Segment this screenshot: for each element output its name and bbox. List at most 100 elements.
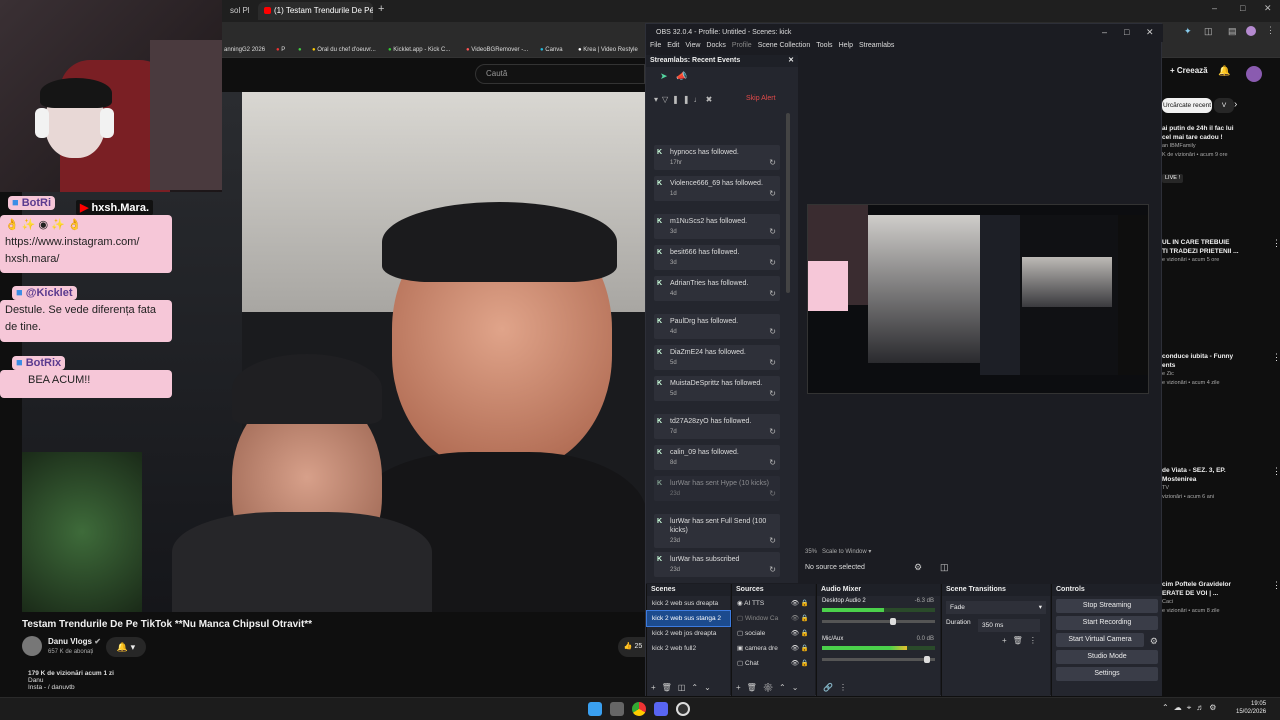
more-options-icon[interactable]: ⋮ bbox=[1272, 352, 1280, 363]
event-item[interactable]: K DiaZmE24 has followed. 5d ↻ bbox=[654, 345, 780, 370]
account-avatar[interactable] bbox=[1246, 66, 1262, 82]
filters-icon[interactable]: ◫ bbox=[940, 562, 949, 573]
more-options-icon[interactable]: ⋮ bbox=[1272, 580, 1280, 591]
chip-recent[interactable]: Urcărcate recent bbox=[1162, 98, 1212, 113]
mixer-toolbar[interactable]: 🔗⋮ bbox=[823, 683, 853, 692]
event-item[interactable]: K PaulDrg has followed. 4d ↻ bbox=[654, 314, 780, 339]
event-item[interactable]: KlurWar has subscribed 23d ↻ bbox=[654, 552, 780, 577]
obs-preview[interactable] bbox=[807, 204, 1149, 394]
transition-select[interactable]: Fade ▾ bbox=[946, 601, 1046, 614]
obs-maximize-icon[interactable]: □ bbox=[1124, 27, 1129, 37]
bookmark-item[interactable]: ● Canva bbox=[540, 42, 563, 58]
event-item[interactable]: Km1NuScs2 has followed. 3d ↻ bbox=[654, 214, 780, 239]
settings-button[interactable]: Settings bbox=[1056, 667, 1158, 681]
channel-name[interactable]: Danu Vlogs ✔ bbox=[48, 637, 101, 646]
like-button[interactable]: 👍 25 bbox=[618, 637, 648, 657]
scene-item[interactable]: kick 2 web full2 bbox=[647, 641, 730, 656]
replay-icon[interactable]: ↻ bbox=[769, 536, 776, 545]
bookmark-item[interactable]: ● Krea | Video Restyle bbox=[578, 42, 638, 58]
start-icon[interactable] bbox=[588, 702, 602, 716]
menu-tools[interactable]: Tools bbox=[816, 42, 832, 49]
side-video[interactable]: cim Poftele Gravidelor ERATE DE VOI | ..… bbox=[1162, 580, 1272, 616]
bookmark-icon[interactable]: ● bbox=[298, 42, 302, 58]
duration-input[interactable]: 350 ms bbox=[978, 619, 1040, 632]
menu-profile[interactable]: Profile bbox=[732, 42, 752, 49]
menu-streamlabs[interactable]: Streamlabs bbox=[859, 42, 894, 49]
profile-avatar[interactable] bbox=[1246, 26, 1256, 36]
channel-avatar[interactable] bbox=[22, 636, 42, 656]
gear-icon[interactable]: ⚙ bbox=[914, 562, 922, 573]
event-item[interactable]: K MuistaDeSprittz has followed. 5d ↻ bbox=[654, 376, 780, 401]
menu-docks[interactable]: Docks bbox=[706, 42, 725, 49]
side-video[interactable]: UL IN CARE TREBUIE TI TRADEZI PRIETENII … bbox=[1162, 238, 1272, 265]
replay-icon[interactable]: ↻ bbox=[769, 258, 776, 267]
bookmark-item[interactable]: ● VideoBGRemover -... bbox=[466, 42, 528, 58]
side-video[interactable]: ai putin de 24h il fac lui cel mai tare … bbox=[1162, 124, 1272, 188]
volume-slider[interactable] bbox=[822, 656, 935, 663]
volume-slider-handle[interactable] bbox=[923, 656, 930, 663]
event-item[interactable]: Ktd27A28zyO has followed. 7d ↻ bbox=[654, 414, 780, 439]
replay-icon[interactable]: ↻ bbox=[769, 358, 776, 367]
scene-item-selected[interactable]: kick 2 web sus stanga 2 bbox=[646, 610, 731, 627]
video-description[interactable]: 179 K de vizionări acum 1 zi Danu Insta … bbox=[28, 670, 114, 691]
chip[interactable]: V bbox=[1214, 98, 1234, 113]
replay-icon[interactable]: ↻ bbox=[769, 489, 776, 498]
replay-icon[interactable]: ↻ bbox=[769, 327, 776, 336]
megaphone-icon[interactable]: 📣 bbox=[676, 71, 687, 82]
menu-help[interactable]: Help bbox=[839, 42, 853, 49]
events-toolbar[interactable]: ▾▽❚❚♩✖ bbox=[654, 95, 716, 104]
start-recording-button[interactable]: Start Recording bbox=[1056, 616, 1158, 630]
volume-slider-handle[interactable] bbox=[889, 618, 896, 625]
bookmark-item[interactable]: anningG2 2026 bbox=[224, 42, 265, 58]
event-item[interactable]: Kbesit666 has followed. 3d ↻ bbox=[654, 245, 780, 270]
side-video[interactable]: de Viata - SEZ. 3, EP. Mostenirea TV viz… bbox=[1162, 466, 1272, 502]
replay-icon[interactable]: ↻ bbox=[769, 427, 776, 436]
event-item[interactable]: KlurWar has sent Full Send (100 kicks) 23… bbox=[654, 514, 780, 548]
menu-icon[interactable]: ⋮ bbox=[1266, 25, 1275, 36]
scene-item[interactable]: kick 2 web jos dreapta bbox=[647, 626, 730, 641]
chevron-right-icon[interactable]: › bbox=[1234, 99, 1237, 110]
menu-edit[interactable]: Edit bbox=[667, 42, 679, 49]
file-explorer-icon[interactable] bbox=[610, 702, 624, 716]
start-virtual-camera-button[interactable]: Start Virtual Camera bbox=[1056, 633, 1144, 647]
extension-icon[interactable]: ✦ bbox=[1184, 26, 1192, 37]
event-item[interactable]: K Violence666_69 has followed. 1d ↻ bbox=[654, 176, 780, 201]
mixer-channel[interactable]: Mic/Aux 0.0 dB bbox=[817, 634, 940, 672]
chrome-icon[interactable] bbox=[632, 702, 646, 716]
source-item[interactable]: ▢ sociale 👁 🔒 bbox=[732, 626, 815, 641]
event-item[interactable]: Kcalin_09 has followed. 8d ↻ bbox=[654, 445, 780, 470]
transition-toolbar[interactable]: +🗑⋮ bbox=[1002, 636, 1046, 645]
scene-toolbar[interactable]: +🗑◫⌃⌄ bbox=[651, 683, 717, 692]
notification-bell-button[interactable]: 🔔 ▾ bbox=[106, 637, 146, 657]
source-item[interactable]: ▣ camera dre 👁 🔒 bbox=[732, 641, 815, 656]
minimize-icon[interactable]: – bbox=[1212, 3, 1217, 13]
scrollbar[interactable] bbox=[786, 113, 790, 293]
close-icon[interactable]: ✕ bbox=[1264, 3, 1272, 14]
side-video[interactable]: conduce iubita - Funny ents e Zic e vizi… bbox=[1162, 352, 1272, 388]
notifications-icon[interactable]: 🔔 bbox=[1218, 66, 1230, 77]
scene-item[interactable]: kick 2 web sus dreapta bbox=[647, 596, 730, 611]
new-tab-icon[interactable]: + bbox=[378, 3, 384, 15]
bookmark-item[interactable]: ● Kicklet.app - Kick C... bbox=[388, 42, 450, 58]
replay-icon[interactable]: ↻ bbox=[769, 189, 776, 198]
replay-icon[interactable]: ↻ bbox=[769, 227, 776, 236]
replay-icon[interactable]: ↻ bbox=[769, 158, 776, 167]
event-item[interactable]: K AdrianTries has followed. 4d ↻ bbox=[654, 276, 780, 301]
search-input[interactable]: Caută bbox=[475, 64, 645, 84]
sidebar-icon[interactable]: ▤ bbox=[1228, 26, 1237, 37]
obs-close-icon[interactable]: ✕ bbox=[1146, 27, 1154, 38]
source-item[interactable]: ▢ Chat 👁 🔒 bbox=[732, 656, 815, 671]
obs-icon[interactable] bbox=[676, 702, 690, 716]
source-item[interactable]: ◉ AI TTS 👁 🔒 bbox=[732, 596, 815, 611]
event-item[interactable]: Khypnocs has followed. 17hr ↻ bbox=[654, 145, 780, 170]
system-tray[interactable]: ⌃☁⌖♬⚙ bbox=[1162, 703, 1221, 713]
create-button[interactable]: + Creează bbox=[1170, 66, 1208, 75]
replay-icon[interactable]: ↻ bbox=[769, 389, 776, 398]
bookmark-item[interactable]: ● Oral du chef d'oeuvr... bbox=[312, 42, 376, 58]
discord-icon[interactable] bbox=[654, 702, 668, 716]
skip-alert-button[interactable]: Skip Alert bbox=[746, 95, 776, 102]
source-toolbar[interactable]: +🗑⚙⌃⌄ bbox=[736, 683, 804, 692]
extensions-icon[interactable]: ◫ bbox=[1204, 26, 1213, 37]
menu-scene-collection[interactable]: Scene Collection bbox=[758, 42, 811, 49]
replay-icon[interactable]: ↻ bbox=[769, 289, 776, 298]
